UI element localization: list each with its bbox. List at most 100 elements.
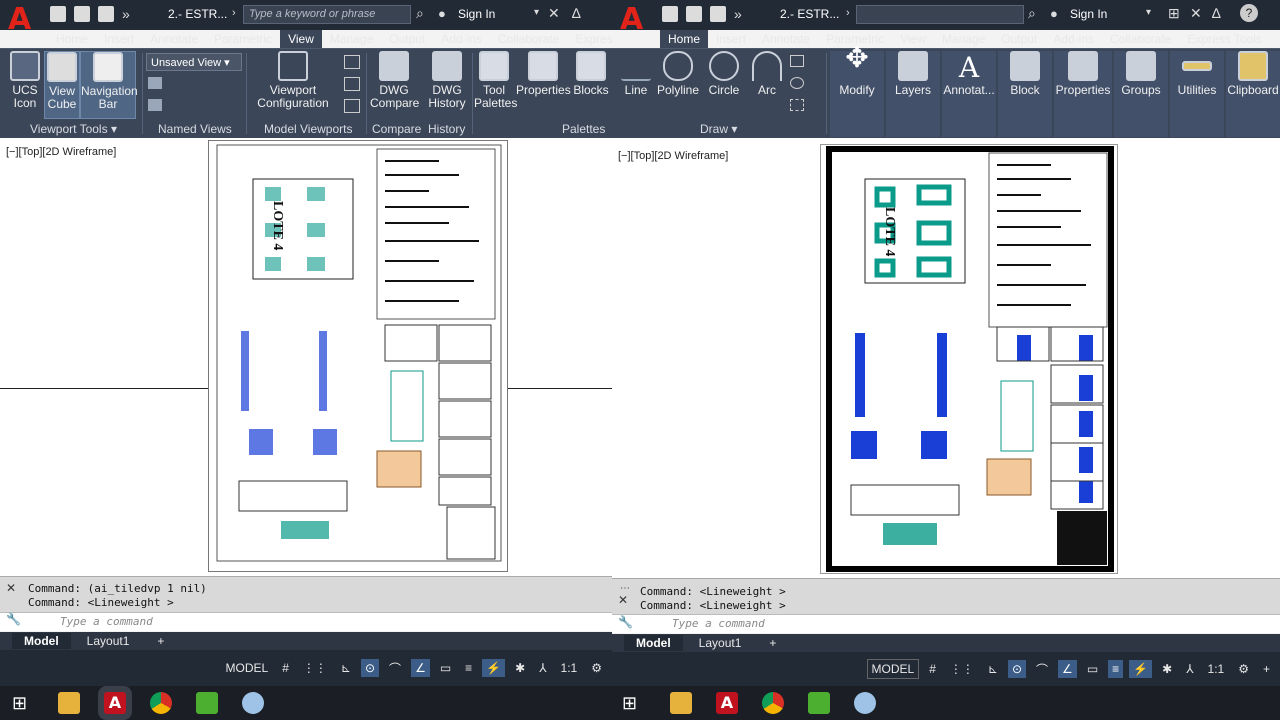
chevron-right-icon[interactable]: › bbox=[846, 7, 850, 19]
model-space-button[interactable]: MODEL bbox=[866, 659, 920, 679]
block-button[interactable]: Block bbox=[998, 51, 1052, 137]
tab-layout1[interactable]: Layout1 bbox=[687, 635, 754, 651]
save-icon[interactable] bbox=[98, 6, 114, 22]
close-icon[interactable]: ✕ bbox=[6, 581, 16, 595]
arc-button[interactable]: Arc bbox=[748, 51, 786, 97]
annotation-scale-icon[interactable]: ⅄ bbox=[1182, 660, 1197, 678]
gear-icon[interactable]: ⚙ bbox=[1234, 660, 1253, 678]
object-snap-icon[interactable]: ▭ bbox=[436, 659, 455, 677]
view-manager-icon[interactable] bbox=[148, 77, 162, 89]
tab-manage[interactable]: Manage bbox=[322, 30, 381, 48]
tab-model[interactable]: Model bbox=[624, 635, 683, 651]
a360-icon[interactable]: ∆ bbox=[1212, 5, 1221, 21]
line-button[interactable]: Line bbox=[618, 51, 654, 97]
join-viewport-icon[interactable] bbox=[344, 77, 360, 91]
camtasia-icon[interactable] bbox=[196, 692, 218, 714]
search-input[interactable] bbox=[856, 5, 1024, 24]
snap-icon[interactable]: ⋮⋮ bbox=[299, 659, 331, 677]
auto-scale-icon[interactable]: ✱ bbox=[511, 659, 529, 677]
open-icon[interactable] bbox=[686, 6, 702, 22]
utilities-button[interactable]: Utilities bbox=[1170, 51, 1224, 137]
scale-dropdown[interactable]: 1:1 bbox=[557, 659, 582, 677]
tab-layout1[interactable]: Layout1 bbox=[75, 633, 142, 649]
chevron-more-icon[interactable]: » bbox=[734, 6, 750, 22]
model-space-button[interactable]: MODEL bbox=[222, 659, 273, 677]
paint-icon[interactable] bbox=[854, 692, 876, 714]
annotation-visibility-icon[interactable]: ⚡ bbox=[1129, 660, 1153, 678]
viewport-controls-label[interactable]: [−][Top][2D Wireframe] bbox=[618, 150, 728, 162]
command-input[interactable]: Type a command bbox=[612, 614, 1280, 633]
panel-label-draw[interactable]: Draw ▾ bbox=[700, 122, 737, 136]
file-explorer-icon[interactable] bbox=[670, 692, 692, 714]
tab-view[interactable]: View bbox=[280, 30, 322, 48]
close-icon[interactable]: ✕ bbox=[618, 593, 628, 607]
save-icon[interactable] bbox=[710, 6, 726, 22]
tab-add-ins[interactable]: Add-ins bbox=[1045, 30, 1102, 48]
search-icon[interactable]: ⌕ bbox=[416, 5, 424, 22]
lineweight-icon[interactable]: ≡ bbox=[1108, 660, 1124, 678]
ucs-icon-button[interactable]: UCS Icon bbox=[6, 51, 44, 110]
viewport-controls-label[interactable]: [−][Top][2D Wireframe] bbox=[6, 146, 116, 158]
panel-label-viewport-tools[interactable]: Viewport Tools ▾ bbox=[30, 122, 117, 136]
isodraft-icon[interactable]: ⌒ bbox=[1032, 659, 1052, 680]
chevron-more-icon[interactable]: » bbox=[122, 6, 138, 22]
polyline-button[interactable]: Polyline bbox=[654, 51, 702, 97]
wrench-icon[interactable]: 🔧 bbox=[6, 612, 21, 626]
tab-insert[interactable]: Insert bbox=[708, 30, 754, 48]
file-explorer-icon[interactable] bbox=[58, 692, 80, 714]
view-cube-button[interactable]: View Cube bbox=[44, 51, 80, 119]
tab-express[interactable]: Expres bbox=[567, 30, 612, 48]
tab-annotate[interactable]: Annotate bbox=[754, 30, 818, 48]
tab-collaborate[interactable]: Collaborate bbox=[1102, 30, 1179, 48]
exchange-icon[interactable]: ✕ bbox=[548, 5, 560, 22]
camtasia-icon[interactable] bbox=[808, 692, 830, 714]
tab-view[interactable]: View bbox=[892, 30, 934, 48]
windows-start-icon[interactable]: ⊞ bbox=[12, 692, 34, 714]
tab-output[interactable]: Output bbox=[993, 30, 1045, 48]
chrome-icon[interactable] bbox=[150, 692, 172, 714]
paint-icon[interactable] bbox=[242, 692, 264, 714]
hatch-icon[interactable] bbox=[790, 99, 804, 111]
autocad-logo-icon[interactable]: A bbox=[620, 2, 652, 42]
exchange-icon[interactable]: ✕ bbox=[1190, 5, 1202, 22]
tab-add-ins[interactable]: Add-ins bbox=[433, 30, 490, 48]
ellipse-icon[interactable] bbox=[790, 77, 804, 89]
named-view-dropdown[interactable]: Unsaved View ▾ bbox=[146, 53, 242, 71]
new-view-icon[interactable] bbox=[148, 99, 162, 111]
groups-button[interactable]: Groups bbox=[1114, 51, 1168, 137]
tool-palettes-button[interactable]: Tool Palettes bbox=[474, 51, 517, 110]
wrench-icon[interactable]: 🔧 bbox=[618, 615, 633, 629]
tab-home[interactable]: Home bbox=[660, 30, 709, 48]
auto-scale-icon[interactable]: ✱ bbox=[1158, 660, 1176, 678]
search-icon[interactable]: ⌕ bbox=[1028, 5, 1036, 22]
tab-manage[interactable]: Manage bbox=[934, 30, 993, 48]
gear-icon[interactable]: ⚙ bbox=[587, 659, 606, 677]
object-snap-tracking-icon[interactable]: ∠ bbox=[1058, 660, 1077, 678]
search-input[interactable]: Type a keyword or phrase bbox=[243, 5, 411, 24]
grid-icon[interactable]: # bbox=[278, 659, 293, 677]
annotation-visibility-icon[interactable]: ⚡ bbox=[482, 659, 506, 677]
named-viewport-icon[interactable] bbox=[344, 55, 360, 69]
chrome-icon[interactable] bbox=[762, 692, 784, 714]
autocad-taskbar-icon[interactable]: A bbox=[104, 692, 126, 714]
sign-in-button[interactable]: Sign In bbox=[458, 7, 495, 21]
help-icon[interactable]: ? bbox=[1240, 4, 1258, 22]
annotation-scale-icon[interactable]: ⅄ bbox=[535, 659, 550, 677]
tab-annotate[interactable]: Annotate bbox=[142, 30, 206, 48]
drawing-canvas[interactable]: [−][Top][2D Wireframe] LOTE 4 bbox=[612, 138, 1280, 578]
sign-in-button[interactable]: Sign In bbox=[1070, 7, 1107, 21]
viewport-configuration-button[interactable]: Viewport Configuration bbox=[252, 51, 334, 110]
dwg-compare-button[interactable]: DWG Compare bbox=[370, 51, 419, 110]
circle-button[interactable]: Circle bbox=[704, 51, 744, 97]
tab-collaborate[interactable]: Collaborate bbox=[490, 30, 567, 48]
autocad-taskbar-icon[interactable]: A bbox=[716, 692, 738, 714]
object-snap-tracking-icon[interactable]: ∠ bbox=[411, 659, 430, 677]
autocad-logo-icon[interactable]: A bbox=[8, 2, 40, 42]
isodraft-icon[interactable]: ⌒ bbox=[385, 658, 405, 679]
object-snap-icon[interactable]: ▭ bbox=[1083, 660, 1102, 678]
dwg-history-button[interactable]: DWG History bbox=[424, 51, 470, 110]
ortho-icon[interactable]: ⊾ bbox=[337, 659, 355, 677]
tab-express-tools[interactable]: Express Tools bbox=[1179, 30, 1269, 48]
layers-button[interactable]: Layers bbox=[886, 51, 940, 137]
grid-icon[interactable]: # bbox=[925, 660, 940, 678]
